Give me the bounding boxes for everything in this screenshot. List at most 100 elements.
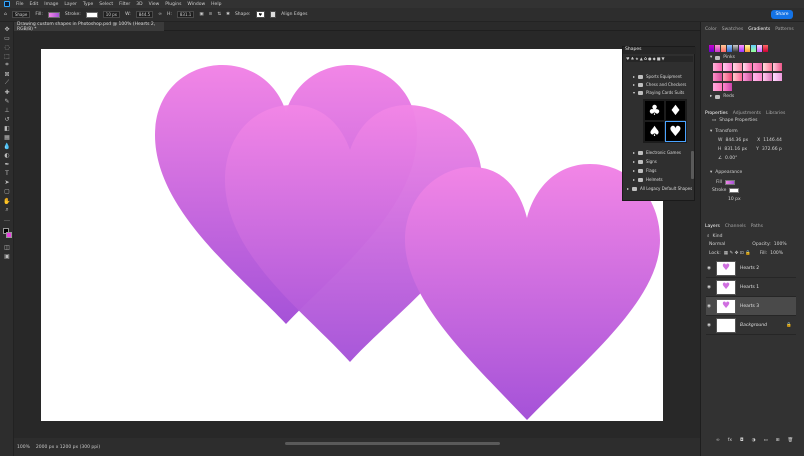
tab-channels[interactable]: Channels xyxy=(725,224,746,229)
y-label: Y xyxy=(756,147,759,152)
height-value[interactable]: 831.16 px xyxy=(724,147,747,152)
layer-thumbnail: ♥ xyxy=(716,298,736,314)
stroke-swatch[interactable] xyxy=(729,188,740,193)
link-layers-icon[interactable]: ∞ xyxy=(716,438,720,443)
shape-group-legacy[interactable]: ▸ All Legacy Default Shapes xyxy=(627,186,692,191)
gradient-preset[interactable] xyxy=(721,45,726,52)
tab-patterns[interactable]: Patterns xyxy=(775,27,794,32)
shapes-scrollbar[interactable] xyxy=(691,151,694,179)
shape-group-electronic[interactable]: ▸ Electronic Games xyxy=(633,150,681,155)
lock-icons[interactable]: ▦ ✎ ✥ ⊡ 🔒 xyxy=(724,251,751,256)
pink-gradient-swatch[interactable] xyxy=(723,83,732,91)
folder-icon xyxy=(638,82,644,87)
properties-type-label: Shape Properties xyxy=(719,118,758,123)
gradient-preset[interactable] xyxy=(763,45,768,52)
stroke-width-value[interactable]: 10 px xyxy=(728,197,741,202)
y-value[interactable]: 372.66 p xyxy=(762,147,782,152)
diamond-shape-icon[interactable]: ♦ xyxy=(666,101,685,120)
pink-gradient-swatch[interactable] xyxy=(713,83,722,91)
pink-gradient-swatch[interactable] xyxy=(743,73,752,81)
tab-swatches[interactable]: Swatches xyxy=(722,27,744,32)
tab-paths[interactable]: Paths xyxy=(751,224,763,229)
heart-shape-icon[interactable]: ♥ xyxy=(665,121,686,142)
layer-row-selected[interactable]: ◉ ♥ Hearts 3 xyxy=(706,297,796,316)
gradient-preset[interactable] xyxy=(733,45,738,52)
width-value[interactable]: 844.36 px xyxy=(725,138,748,143)
gradient-group-reds[interactable]: ▸ Reds xyxy=(710,94,734,99)
shape-preset-strip[interactable]: ♥♣★▲✿●◆■▼ xyxy=(626,56,693,62)
pink-gradient-swatch[interactable] xyxy=(763,63,772,71)
pink-gradient-swatch[interactable] xyxy=(773,63,782,71)
gradient-preset[interactable] xyxy=(739,45,744,52)
x-label: X xyxy=(757,138,761,143)
shape-group-flags[interactable]: ▸ Flags xyxy=(633,168,657,173)
new-layer-icon[interactable]: ⊞ xyxy=(776,438,780,443)
tab-libraries[interactable]: Libraries xyxy=(766,111,785,116)
chevron-right-icon: ▸ xyxy=(633,74,636,79)
transform-section-header[interactable]: ▾ Transform xyxy=(710,129,738,134)
trash-icon[interactable]: 🗑 xyxy=(788,438,794,443)
shape-group-chess[interactable]: ▸ Chess and Checkers xyxy=(633,82,686,87)
gradient-preset[interactable] xyxy=(727,45,732,52)
layer-row[interactable]: ◉ Background 🔒 xyxy=(706,316,796,335)
tab-gradients[interactable]: Gradients xyxy=(748,27,770,32)
fill-pct-value[interactable]: 100% xyxy=(770,251,783,256)
gradient-preset[interactable] xyxy=(751,45,756,52)
layer-name[interactable]: Background xyxy=(740,323,767,328)
visibility-eye-icon[interactable]: ◉ xyxy=(707,266,712,271)
pink-gradient-swatch[interactable] xyxy=(753,63,762,71)
gradient-preset[interactable] xyxy=(715,45,720,52)
pink-gradient-swatch[interactable] xyxy=(733,63,742,71)
opacity-value[interactable]: 100% xyxy=(774,242,787,247)
angle-value[interactable]: 0.00° xyxy=(725,156,737,161)
w-label: W xyxy=(718,138,723,143)
mask-icon[interactable]: ◘ xyxy=(740,438,744,443)
gradient-preset[interactable] xyxy=(709,45,714,52)
visibility-eye-icon[interactable]: ◉ xyxy=(707,304,712,309)
pink-gradient-swatch[interactable] xyxy=(733,73,742,81)
tab-color[interactable]: Color xyxy=(705,27,717,32)
pink-gradient-swatch[interactable] xyxy=(713,63,722,71)
layer-name[interactable]: Hearts 3 xyxy=(740,304,759,309)
layer-name[interactable]: Hearts 1 xyxy=(740,285,759,290)
shape-group-cards[interactable]: ▾ Playing Cards Suits xyxy=(633,90,684,95)
tab-adjustments[interactable]: Adjustments xyxy=(733,111,761,116)
appearance-section-header[interactable]: ▾ Appearance xyxy=(710,170,742,175)
pink-gradient-swatch[interactable] xyxy=(713,73,722,81)
x-value[interactable]: 1146.44 xyxy=(763,138,782,143)
visibility-eye-icon[interactable]: ◉ xyxy=(707,285,712,290)
zoom-level[interactable]: 100% xyxy=(17,445,30,450)
fill-swatch[interactable] xyxy=(725,180,736,185)
layer-thumbnail: ♥ xyxy=(716,260,736,276)
transform-w-row: W 844.36 px X 1146.44 xyxy=(718,138,782,143)
gradient-group-pinks[interactable]: ▾ Pinks xyxy=(710,55,735,60)
tab-properties[interactable]: Properties xyxy=(705,111,728,116)
gradient-preset[interactable] xyxy=(757,45,762,52)
spade-shape-icon[interactable]: ♠ xyxy=(645,122,664,141)
layer-name[interactable]: Hearts 2 xyxy=(740,266,759,271)
horizontal-scrollbar[interactable] xyxy=(285,442,500,445)
visibility-eye-icon[interactable]: ◉ xyxy=(707,323,712,328)
pink-gradient-swatch[interactable] xyxy=(743,63,752,71)
shape-group-sports[interactable]: ▸ Sports Equipment xyxy=(633,74,682,79)
pink-gradient-swatch[interactable] xyxy=(723,63,732,71)
layer-row[interactable]: ◉ ♥ Hearts 2 xyxy=(706,259,796,278)
blend-mode-select[interactable]: Normal xyxy=(709,242,725,247)
pink-gradient-swatch[interactable] xyxy=(773,73,782,81)
layer-thumbnail: ♥ xyxy=(716,279,736,295)
group-icon[interactable]: ▭ xyxy=(764,438,768,443)
pink-gradient-swatch[interactable] xyxy=(753,73,762,81)
shape-group-signs[interactable]: ▸ Signs xyxy=(633,159,657,164)
pink-gradient-swatch[interactable] xyxy=(723,73,732,81)
heart-shape-3[interactable] xyxy=(405,164,660,420)
tab-layers[interactable]: Layers xyxy=(705,224,720,229)
adjustment-icon[interactable]: ◑ xyxy=(752,438,756,443)
layer-row[interactable]: ◉ ♥ Hearts 1 xyxy=(706,278,796,297)
folder-icon xyxy=(638,90,644,95)
pink-gradient-swatch[interactable] xyxy=(763,73,772,81)
layer-kind-select[interactable]: Kind xyxy=(713,234,723,239)
gradient-preset[interactable] xyxy=(745,45,750,52)
club-shape-icon[interactable]: ♣ xyxy=(645,101,664,120)
fx-icon[interactable]: fx xyxy=(728,438,732,443)
shape-group-helmets[interactable]: ▸ Helmets xyxy=(633,177,663,182)
